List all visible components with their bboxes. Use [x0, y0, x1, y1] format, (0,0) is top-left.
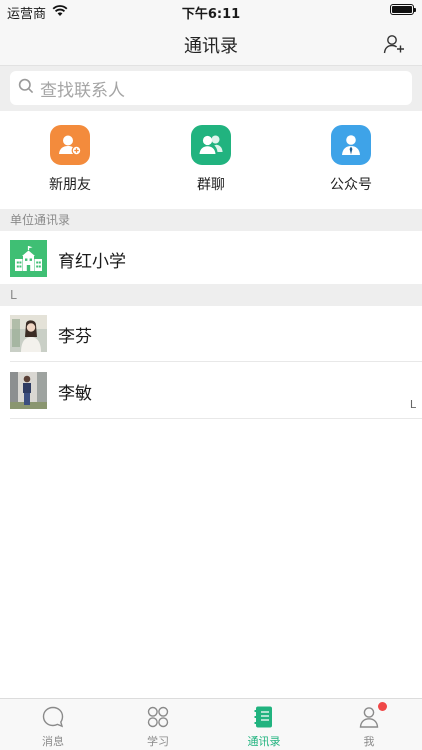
profile-icon: [357, 702, 387, 729]
search-area: 查找联系人: [0, 66, 422, 111]
tab-study[interactable]: 学习: [118, 705, 198, 749]
group-chat-icon: [191, 125, 231, 165]
new-friends-label: 新朋友: [49, 177, 91, 193]
quick-actions: 新朋友 群聊 公众号: [0, 111, 422, 209]
tab-label: 通讯录: [247, 735, 281, 748]
official-account-icon: [331, 125, 371, 165]
tab-bar: 消息 学习 通讯录 我: [0, 698, 422, 750]
group-chat-label: 群聊: [197, 177, 225, 193]
message-icon: [41, 705, 65, 729]
school-icon: [10, 240, 47, 277]
contact-row-li-min[interactable]: 李敏: [0, 363, 422, 419]
tab-label: 消息: [42, 735, 64, 748]
contacts-screen: 运营商 下午6:11 通讯录 查找联系人 新朋友 群聊 公众号 单位通讯录 育红…: [0, 0, 422, 750]
row-divider: [10, 418, 422, 419]
contact-row-school[interactable]: 育红小学: [0, 231, 422, 287]
tab-label: 我: [363, 735, 375, 748]
tab-label: 学习: [147, 735, 169, 748]
status-time: 下午6:11: [181, 7, 241, 22]
contacts-book-icon: [252, 705, 276, 729]
avatar: [10, 372, 47, 409]
group-chat-button[interactable]: 群聊: [171, 125, 251, 194]
tab-contacts[interactable]: 通讯录: [224, 705, 304, 749]
search-placeholder: 查找联系人: [40, 80, 125, 101]
battery-icon: [390, 4, 416, 15]
contact-name: 李芬: [58, 327, 92, 347]
contact-name: 李敏: [58, 384, 92, 404]
section-header-l: L: [0, 284, 422, 306]
contact-name: 育红小学: [58, 252, 126, 272]
official-accounts-label: 公众号: [330, 177, 372, 193]
study-icon: [146, 705, 170, 729]
avatar: [10, 315, 47, 352]
contact-row-li-fen[interactable]: 李芬: [0, 306, 422, 362]
nav-bar: 通讯录: [0, 22, 422, 66]
new-friend-icon: [50, 125, 90, 165]
index-letter-l[interactable]: L: [410, 398, 416, 411]
tab-me[interactable]: 我: [329, 702, 409, 749]
tab-messages[interactable]: 消息: [13, 705, 93, 749]
search-input[interactable]: 查找联系人: [10, 71, 412, 105]
notification-badge: [378, 702, 387, 711]
page-title: 通讯录: [184, 36, 238, 57]
search-icon: [18, 78, 34, 98]
status-bar: 运营商 下午6:11: [0, 0, 422, 22]
add-contact-icon[interactable]: [382, 32, 406, 56]
official-accounts-button[interactable]: 公众号: [311, 125, 391, 194]
new-friends-button[interactable]: 新朋友: [30, 125, 110, 194]
row-divider: [10, 361, 422, 362]
section-header-organization: 单位通讯录: [0, 209, 422, 231]
